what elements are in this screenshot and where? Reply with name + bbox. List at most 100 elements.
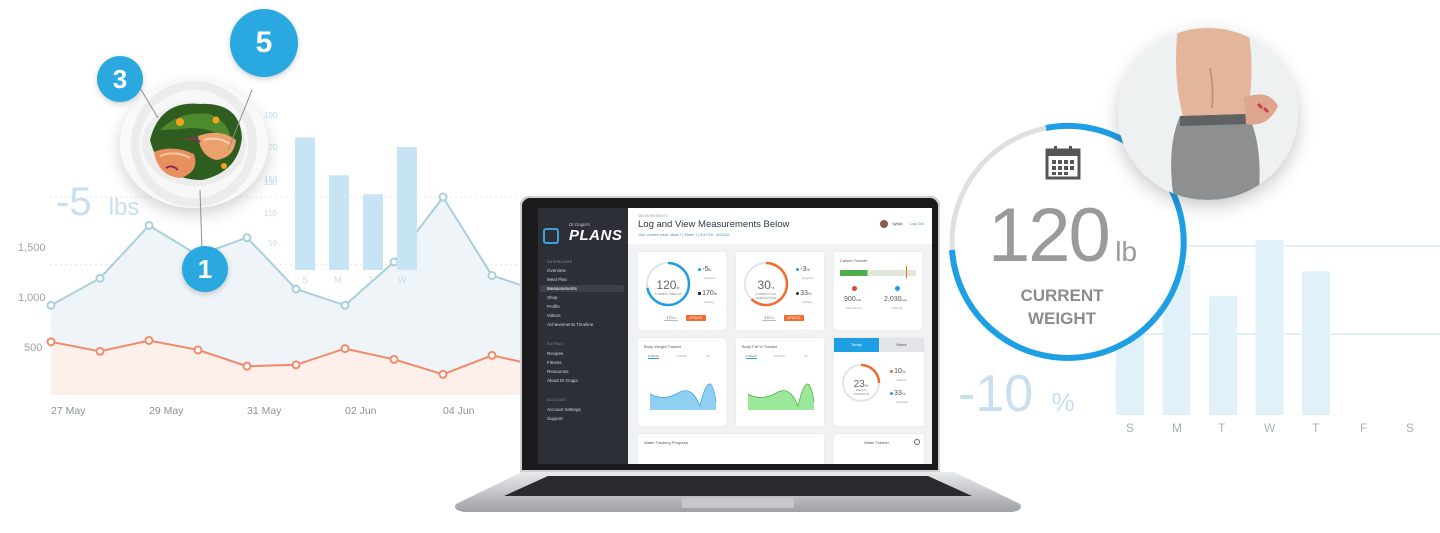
bar-day-label: S xyxy=(1406,421,1414,435)
bar-day-label: T xyxy=(368,275,374,285)
fat-unit: % xyxy=(770,285,775,290)
data-point xyxy=(95,273,105,283)
stat-dot-icon xyxy=(796,268,799,271)
bar-day-label: M xyxy=(1172,421,1182,435)
data-point xyxy=(242,361,252,371)
bar-day-label: W xyxy=(398,275,407,285)
weight-input-field[interactable]: 170 lb xyxy=(664,315,679,321)
water-tracking-progress-card: Water Tracking Progress xyxy=(638,434,824,464)
sidebar-item-videos[interactable]: Videos xyxy=(547,313,561,318)
bar-day-label: T xyxy=(1218,421,1226,435)
badge-3: 3 xyxy=(97,56,143,102)
weight-change-value: -5 xyxy=(56,180,92,224)
sidebar-item-measurements[interactable]: Measurements xyxy=(547,286,577,291)
sidebar-item-recipes[interactable]: Recipes xyxy=(547,351,563,356)
input-value: 170 xyxy=(764,315,771,320)
sidebar-item-overview[interactable]: Overview xyxy=(547,268,566,273)
weight-unit: lb xyxy=(676,285,680,290)
data-point xyxy=(193,345,203,355)
y-tick-label: 1,500 xyxy=(18,242,46,254)
fat-input-field[interactable]: 170 lb xyxy=(762,315,777,321)
sidebar-item-meal-plan[interactable]: Meal Plan xyxy=(547,277,567,282)
sidebar-item-support[interactable]: Support xyxy=(547,416,563,421)
data-point xyxy=(95,346,105,356)
bar-day-label: M xyxy=(334,275,342,285)
stat-value: 10 xyxy=(894,368,902,375)
logout-link[interactable]: Log Out xyxy=(910,222,924,226)
y-tick-label: 1,000 xyxy=(18,292,46,304)
meals-complete-stat: 33% xyxy=(890,390,905,397)
current-weight-label-line1: CURRENT xyxy=(1020,286,1104,305)
update-weight-button[interactable]: UPDATE xyxy=(686,315,706,321)
meals-missed-stat: 10% xyxy=(890,368,905,375)
stat-dot-icon xyxy=(698,268,701,271)
weight-number: 120 xyxy=(656,278,677,292)
badge-3-connector xyxy=(139,87,159,119)
sidebar-item-fitness[interactable]: Fitness xyxy=(547,360,562,365)
fat-progress-stat: -3% xyxy=(796,266,810,273)
bar xyxy=(329,175,349,270)
x-tick-label: 31 May xyxy=(247,405,282,417)
brand-name: PLANS xyxy=(569,227,623,244)
fat-change-value: -10 xyxy=(958,365,1034,423)
sidebar-item-achievements[interactable]: Achievements Timeline xyxy=(547,322,593,327)
current-weight-value: 120 xyxy=(988,193,1111,278)
tab-3-month[interactable]: 3 Month xyxy=(676,354,687,358)
settings-gear-icon[interactable] xyxy=(914,439,920,445)
update-fat-button[interactable]: UPDATE xyxy=(784,315,804,321)
bar-day-label: S xyxy=(302,275,308,285)
tab-1-month[interactable]: 1 Month xyxy=(746,354,757,359)
bar-day-label: T xyxy=(1312,421,1320,435)
body-weight-area-chart xyxy=(649,383,717,410)
stat-unit: lb xyxy=(708,267,712,272)
stat-value: 33 xyxy=(894,390,902,397)
sidebar-item-shop[interactable]: Shop xyxy=(547,295,558,300)
tab-all[interactable]: All xyxy=(706,354,709,358)
trackpad xyxy=(682,498,794,508)
tab-week[interactable]: Week xyxy=(879,338,924,352)
badge-1-connector xyxy=(199,189,203,253)
water-tracker-title: Water Tracker xyxy=(864,440,889,445)
weight-progress-stat: -5lb xyxy=(698,266,711,273)
data-point xyxy=(487,350,497,360)
calorie-tracker-title: Calorie Tracker xyxy=(840,258,868,263)
tab-3-month[interactable]: 3 Month xyxy=(774,354,785,358)
breadcrumb: MEASUREMENTS xyxy=(638,214,669,218)
fat-start-caption: starting xyxy=(802,300,812,304)
app-main: MEASUREMENTS Log and View Measurements B… xyxy=(628,208,932,464)
stat-dot-icon xyxy=(890,392,893,395)
weight-label: CURRENT WEIGHT xyxy=(654,292,682,296)
tab-today[interactable]: Today xyxy=(834,338,879,352)
bar xyxy=(1255,240,1284,415)
woman-midsection-photo xyxy=(1118,28,1298,200)
x-tick-label: 02 Jun xyxy=(345,405,377,417)
calories-left: 2,030cals xyxy=(884,296,907,303)
sidebar-item-account-settings[interactable]: Account Settings xyxy=(547,407,581,412)
x-tick-label: 04 Jun xyxy=(443,405,475,417)
sidebar-item-resources[interactable]: Resources xyxy=(547,369,569,374)
current-weight-display: 120 lb xyxy=(988,192,1158,282)
fat-progress-caption: progress xyxy=(802,276,814,280)
current-meal-subtitle: Your current meal: Meal 2 | Week 7 | 6/1… xyxy=(638,233,730,237)
calories-burned: 900cals xyxy=(844,296,861,303)
sidebar-item-about[interactable]: About Dr.Gogia xyxy=(547,378,578,383)
tab-all[interactable]: All xyxy=(804,354,807,358)
tab-1-month[interactable]: 1 Month xyxy=(648,354,659,359)
stat-unit: % xyxy=(901,369,906,374)
stat-dot-icon xyxy=(890,370,893,373)
bar xyxy=(1209,296,1237,415)
calories-burned-caption: cals burned xyxy=(846,306,862,310)
laptop-base-keyboard xyxy=(455,472,1021,512)
calendar-icon xyxy=(1045,146,1081,180)
stat-unit: % xyxy=(807,291,812,296)
brand-logo: Dr.Gogia's PLANS xyxy=(541,222,625,244)
current-weight-label-line2: WEIGHT xyxy=(1028,309,1096,328)
stat-value: 33 xyxy=(800,290,808,297)
calorie-tracker-card: Calorie Tracker 900cals cals burned 2,03… xyxy=(834,252,922,330)
badge-5-connector xyxy=(227,89,253,151)
sidebar-item-profile[interactable]: Profile xyxy=(547,304,560,309)
badge-1: 1 xyxy=(182,246,228,292)
avatar[interactable] xyxy=(880,220,888,228)
user-name[interactable]: sylvia xyxy=(891,222,904,226)
fat-change-stat: -10 % xyxy=(958,364,1075,424)
